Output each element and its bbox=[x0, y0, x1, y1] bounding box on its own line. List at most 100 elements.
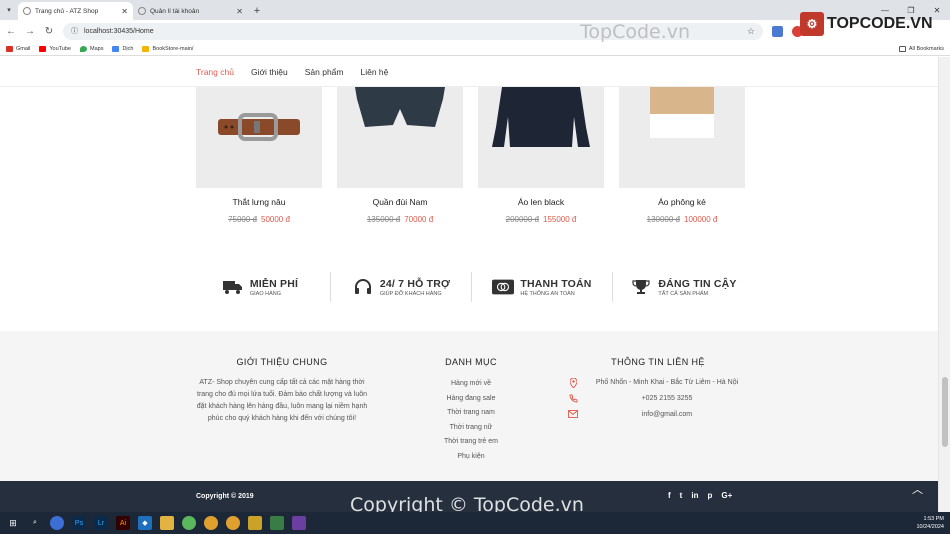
product-grid: Thắt lưng nâu 75000 đ 50000 đ Quần đùi Na… bbox=[196, 87, 745, 224]
close-tab-icon[interactable]: ✕ bbox=[121, 7, 128, 16]
footer-categories-title: DANH MỤC bbox=[445, 357, 497, 367]
footer-about: GIỚI THIỆU CHUNG ATZ- Shop chuyên cung c… bbox=[196, 357, 368, 425]
watermark-text: TopCode.vn bbox=[580, 21, 691, 43]
linkedin-icon[interactable]: in bbox=[691, 491, 698, 500]
maps-icon bbox=[80, 45, 87, 52]
illustrator-icon[interactable]: Ai bbox=[116, 516, 130, 530]
bookmark-star-icon[interactable]: ☆ bbox=[747, 26, 755, 37]
product-card[interactable]: Áo phông kẻ 130000 đ 100000 đ bbox=[619, 87, 745, 224]
google-plus-icon[interactable]: G+ bbox=[721, 491, 732, 500]
sale-price: 100000 đ bbox=[684, 215, 718, 224]
topcode-logo: ⚙ TOPCODE.VN bbox=[800, 12, 933, 36]
headphones-icon bbox=[352, 278, 374, 296]
product-name[interactable]: Áo len black bbox=[478, 197, 604, 207]
youtube-icon bbox=[39, 45, 47, 52]
features-strip: MIỄN PHÍ GIAO HÀNG 24/ 7 HỖ TRỢ GIÚP ĐỠ KH… bbox=[190, 272, 754, 302]
site-info-icon[interactable]: ⓘ bbox=[71, 26, 78, 36]
pinterest-icon[interactable]: p bbox=[707, 491, 712, 500]
bookmark-youtube[interactable]: YouTube bbox=[39, 45, 71, 52]
facebook-icon[interactable]: f bbox=[668, 491, 671, 500]
chrome-icon[interactable] bbox=[204, 516, 218, 530]
browser-tab-account[interactable]: Quản lí tài khoản ✕ bbox=[133, 2, 248, 20]
app-icon[interactable] bbox=[248, 516, 262, 530]
forward-icon[interactable]: → bbox=[25, 26, 35, 37]
contact-phone: +025 2155 3255 bbox=[568, 393, 748, 404]
product-image-shorts[interactable] bbox=[337, 87, 463, 188]
nav-products[interactable]: Sản phẩm bbox=[305, 67, 344, 77]
folder-icon bbox=[898, 45, 906, 52]
footer-about-text: ATZ- Shop chuyên cung cấp tất cả các mặt… bbox=[196, 379, 368, 422]
chrome-icon[interactable] bbox=[226, 516, 240, 530]
app-icon[interactable] bbox=[270, 516, 284, 530]
product-card[interactable]: Thắt lưng nâu 75000 đ 50000 đ bbox=[196, 87, 322, 224]
all-bookmarks[interactable]: All Bookmarks bbox=[898, 45, 944, 52]
footer-category-link[interactable]: Thời trang nam bbox=[410, 406, 532, 421]
app-icon[interactable] bbox=[182, 516, 196, 530]
product-name[interactable]: Quần đùi Nam bbox=[337, 197, 463, 207]
contact-phone-text[interactable]: +025 2155 3255 bbox=[586, 393, 748, 404]
feature-support: 24/ 7 HỖ TRỢ GIÚP ĐỠ KHÁCH HÀNG bbox=[331, 272, 472, 302]
tab-favicon-icon bbox=[138, 7, 146, 15]
close-tab-icon[interactable]: ✕ bbox=[236, 7, 243, 16]
reload-icon[interactable]: ↻ bbox=[44, 26, 54, 37]
product-prices: 130000 đ 100000 đ bbox=[619, 215, 745, 224]
tab-title: Quản lí tài khoản bbox=[150, 7, 200, 15]
product-image-sweater[interactable] bbox=[478, 87, 604, 188]
product-name[interactable]: Thắt lưng nâu bbox=[196, 197, 322, 207]
footer-category-link[interactable]: Thời trang nữ bbox=[410, 421, 532, 436]
nav-home[interactable]: Trang chủ bbox=[196, 67, 234, 77]
product-name[interactable]: Áo phông kẻ bbox=[619, 197, 745, 207]
windows-start-icon[interactable]: ⊞ bbox=[6, 516, 20, 530]
translate-extension-icon[interactable] bbox=[772, 25, 783, 37]
old-price: 75000 đ bbox=[228, 215, 257, 224]
card-icon bbox=[492, 278, 515, 296]
bookmark-maps[interactable]: Maps bbox=[80, 45, 103, 52]
footer-categories: DANH MỤC Hàng mới về Hàng đang sale Thời… bbox=[410, 357, 532, 464]
bookmark-gmail[interactable]: Gmail bbox=[6, 45, 30, 52]
sale-price: 50000 đ bbox=[261, 215, 290, 224]
feature-title: THANH TOÁN bbox=[520, 277, 592, 290]
bookmark-bookstore[interactable]: BookStore-main/ bbox=[142, 45, 193, 52]
envelope-icon bbox=[568, 409, 578, 418]
location-pin-icon bbox=[568, 377, 578, 388]
social-links: f t in p G+ bbox=[668, 491, 732, 500]
vscode-icon[interactable]: ◆ bbox=[138, 516, 152, 530]
contact-email-text[interactable]: info@gmail.com bbox=[586, 409, 748, 420]
footer-category-link[interactable]: Phụ kiện bbox=[410, 450, 532, 465]
scroll-to-top-icon[interactable]: ︿ bbox=[912, 481, 923, 497]
feature-trusted: ĐÁNG TIN CẬY TẤT CẢ SẢN PHẨM bbox=[613, 272, 754, 302]
old-price: 130000 đ bbox=[646, 215, 680, 224]
bookmark-translate[interactable]: Dịch bbox=[112, 45, 133, 52]
footer-category-link[interactable]: Hàng mới về bbox=[410, 377, 532, 392]
product-card[interactable]: Áo len black 200000 đ 155000 đ bbox=[478, 87, 604, 224]
product-card[interactable]: Quần đùi Nam 135000 đ 70000 đ bbox=[337, 87, 463, 224]
product-prices: 75000 đ 50000 đ bbox=[196, 215, 322, 224]
url-text: localhost:30435/Home bbox=[84, 27, 154, 35]
nav-contact[interactable]: Liên hệ bbox=[360, 67, 388, 77]
nav-about[interactable]: Giới thiệu bbox=[251, 67, 288, 77]
topcode-logo-icon: ⚙ bbox=[800, 12, 824, 36]
search-icon[interactable]: ⌕ bbox=[28, 516, 42, 530]
footer-category-link[interactable]: Hàng đang sale bbox=[410, 392, 532, 407]
browser-tab-home[interactable]: Trang chủ - ATZ Shop ✕ bbox=[18, 2, 133, 20]
truck-icon bbox=[222, 278, 244, 296]
new-tab-button[interactable]: + bbox=[248, 2, 266, 20]
app-icon[interactable] bbox=[50, 516, 64, 530]
copyright-text: Copyright © 2019 bbox=[196, 493, 254, 500]
twitter-icon[interactable]: t bbox=[680, 491, 683, 500]
photoshop-icon[interactable]: Ps bbox=[72, 516, 86, 530]
file-explorer-icon[interactable] bbox=[160, 516, 174, 530]
tab-search-icon[interactable]: ▾ bbox=[0, 0, 18, 20]
lightroom-icon[interactable]: Lr bbox=[94, 516, 108, 530]
scrollbar-thumb[interactable] bbox=[942, 377, 948, 447]
trophy-icon bbox=[630, 278, 652, 296]
footer-category-link[interactable]: Thời trang trẻ em bbox=[410, 435, 532, 450]
back-icon[interactable]: ← bbox=[6, 26, 16, 37]
product-prices: 200000 đ 155000 đ bbox=[478, 215, 604, 224]
visual-studio-icon[interactable] bbox=[292, 516, 306, 530]
page-scrollbar[interactable] bbox=[938, 57, 950, 512]
system-clock[interactable]: 1:53 PM 10/24/2024 bbox=[916, 515, 944, 531]
product-image-tshirt[interactable] bbox=[619, 87, 745, 188]
footer-about-title: GIỚI THIỆU CHUNG bbox=[236, 357, 328, 367]
product-image-belt[interactable] bbox=[196, 87, 322, 188]
